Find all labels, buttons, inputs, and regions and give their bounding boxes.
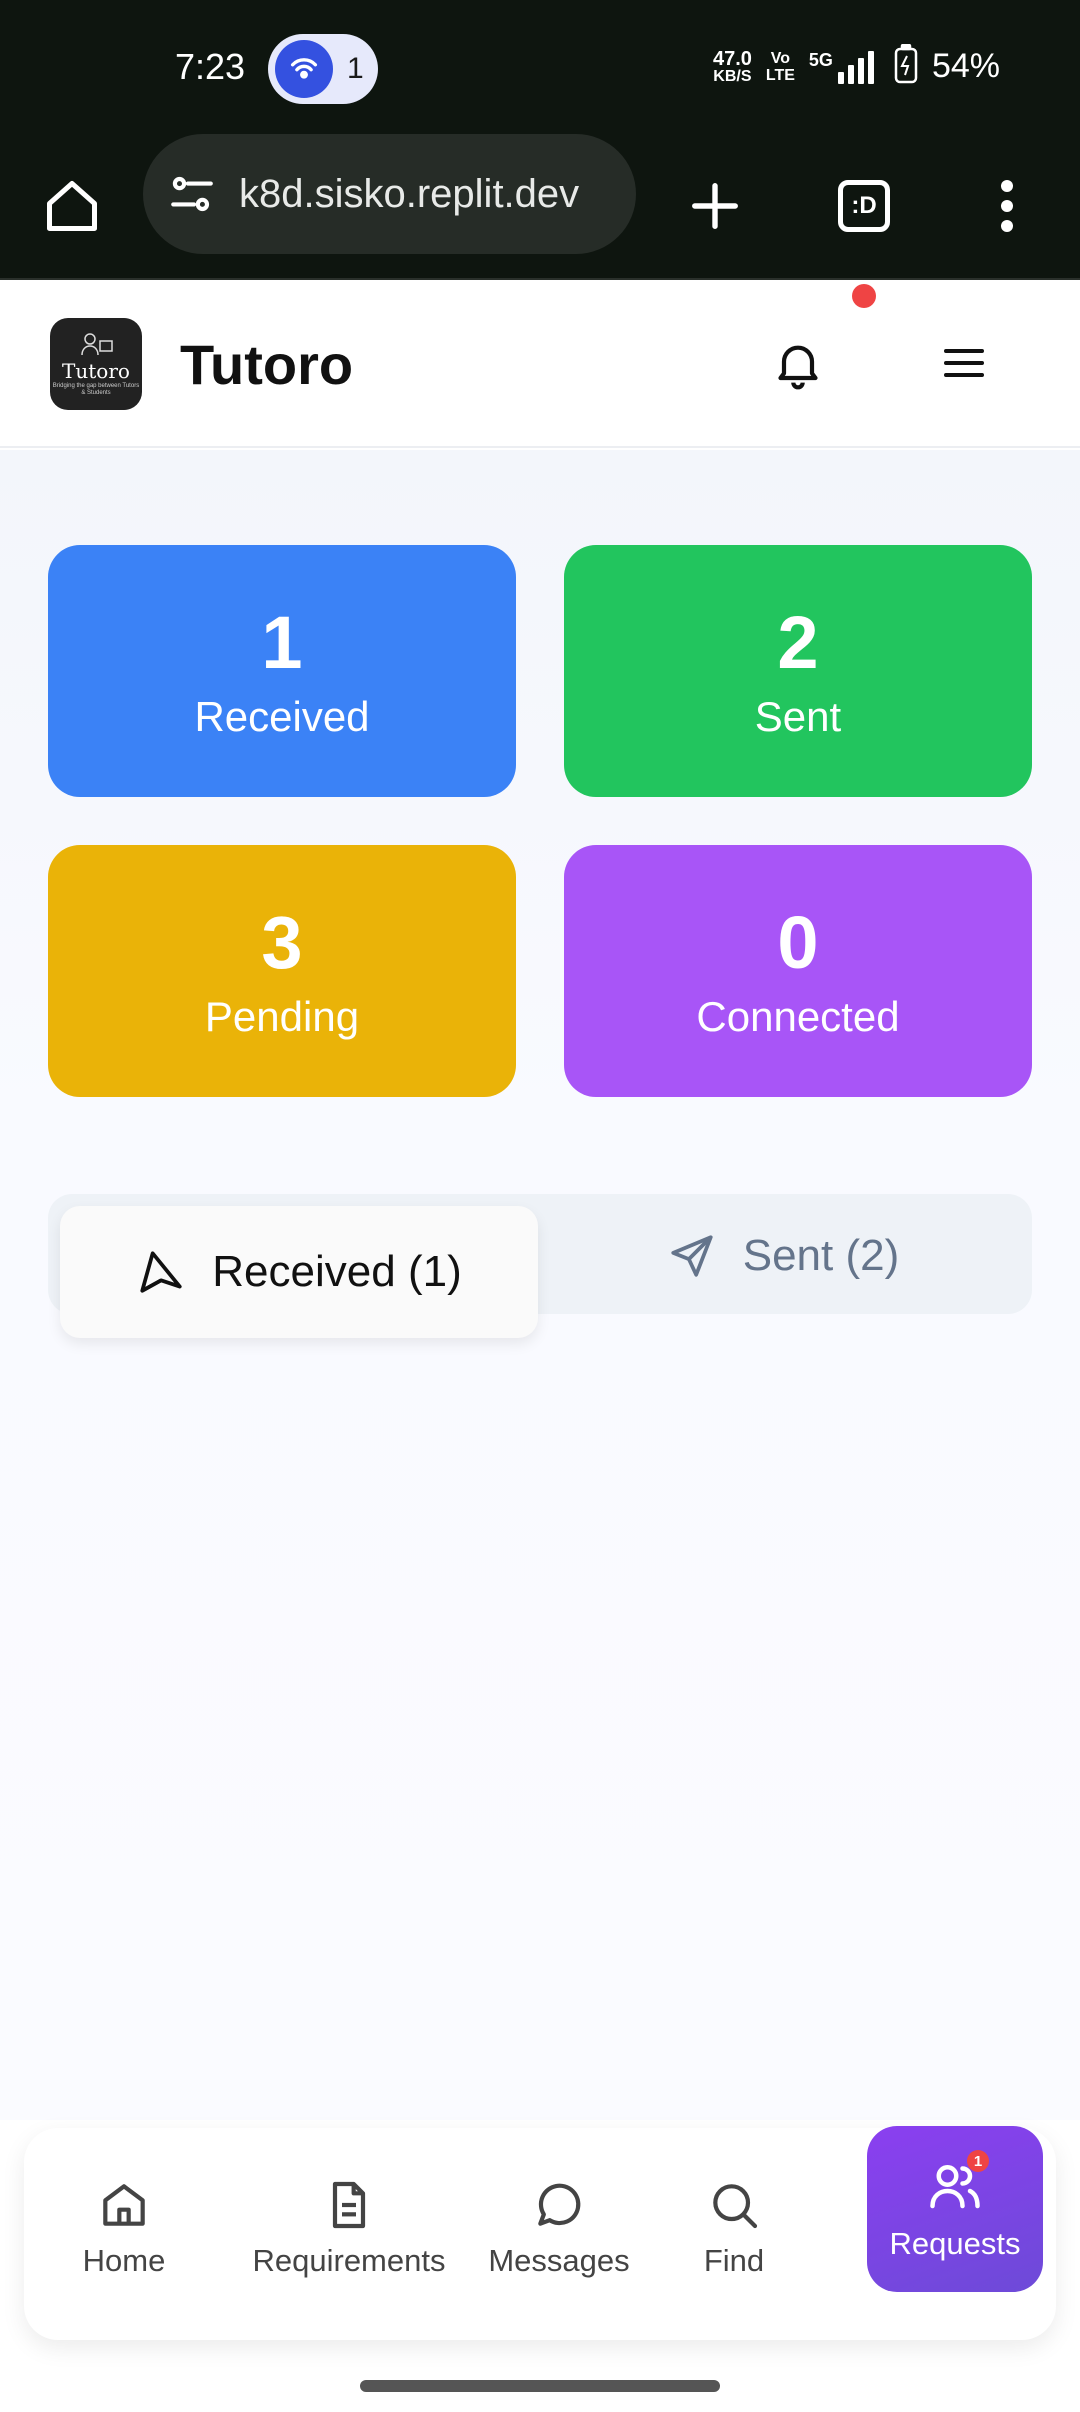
- home-outline-icon: [47, 181, 97, 231]
- app-title: Tutoro: [180, 333, 354, 396]
- search-icon: [713, 2184, 758, 2229]
- stat-card-pending[interactable]: 3 Pending: [48, 845, 516, 1097]
- hamburger-menu-button[interactable]: [940, 338, 988, 388]
- new-tab-button[interactable]: [680, 132, 750, 280]
- stat-card-connected[interactable]: 0 Connected: [564, 845, 1032, 1097]
- browser-menu-button[interactable]: [982, 132, 1032, 280]
- volte-indicator: Vo LTE: [766, 50, 795, 84]
- battery-percent: 54%: [931, 47, 1000, 85]
- main-content: 1 Received 2 Sent 3 Pending 0 Connected …: [0, 450, 1080, 2120]
- signal-icon: 5G: [809, 50, 880, 84]
- tab-label: Received (1): [212, 1247, 462, 1296]
- nav-label: Messages: [488, 2243, 630, 2278]
- send-icon: [671, 1235, 713, 1277]
- tab-label: Sent (2): [742, 1231, 900, 1280]
- status-bar: 7:23 1 47.0 KB/S Vo LTE 5G 54%: [0, 0, 1080, 132]
- bell-icon: [778, 345, 818, 390]
- browser-toolbar: k8d.sisko.replit.dev :D: [0, 132, 1080, 280]
- stat-label: Pending: [204, 993, 360, 1040]
- nav-messages[interactable]: Messages: [479, 2148, 639, 2308]
- app-logo[interactable]: Tutoro Bridging the gap between Tutors &…: [50, 318, 142, 410]
- stat-value: 1: [261, 601, 303, 684]
- request-tabs: Sent (2) Received (1): [48, 1194, 1032, 1338]
- address-bar[interactable]: k8d.sisko.replit.dev: [143, 134, 636, 254]
- url-text[interactable]: k8d.sisko.replit.dev: [239, 172, 619, 217]
- bottom-navigation: Home Requirements Messages Find 1 Reques…: [24, 2126, 1056, 2340]
- hotspot-icon: [275, 40, 333, 98]
- status-icons: 47.0 KB/S Vo LTE 5G 54%: [713, 43, 1000, 89]
- more-vertical-icon: [1001, 180, 1013, 232]
- document-icon: [332, 2181, 366, 2229]
- stat-label: Connected: [696, 993, 900, 1040]
- requests-badge: 1: [967, 2150, 989, 2172]
- status-time: 7:23: [175, 46, 246, 87]
- logo-tagline: Bridging the gap between Tutors & Studen…: [52, 383, 140, 396]
- nav-label: Find: [703, 2243, 765, 2278]
- app-header: Tutoro Bridging the gap between Tutors &…: [0, 282, 1080, 448]
- volte-top: Vo: [770, 49, 791, 67]
- nav-find[interactable]: Find: [674, 2148, 794, 2308]
- hotspot-count: 1: [347, 52, 364, 85]
- hotspot-indicator[interactable]: 1: [268, 34, 378, 104]
- plus-icon: [692, 183, 738, 229]
- network-speed: 47.0 KB/S: [713, 49, 752, 85]
- browser-home-button[interactable]: [40, 132, 104, 280]
- stat-label: Sent: [754, 693, 842, 740]
- tab-switcher-button[interactable]: :D: [832, 132, 896, 280]
- tab-switcher-icon: :D: [838, 180, 890, 232]
- network-type: 5G: [808, 49, 833, 70]
- tutor-illustration-icon: [81, 333, 113, 356]
- message-icon: [538, 2183, 581, 2226]
- nav-requirements[interactable]: Requirements: [239, 2148, 459, 2308]
- notification-dot: [852, 284, 876, 308]
- stat-label: Received: [194, 693, 370, 740]
- nav-label: Home: [82, 2243, 166, 2278]
- nav-label: Requirements: [252, 2243, 446, 2278]
- nav-requests[interactable]: 1 Requests: [867, 2126, 1043, 2292]
- stat-value: 0: [777, 901, 819, 984]
- tab-sent[interactable]: Sent (2): [544, 1206, 1022, 1306]
- menu-icon: [944, 349, 984, 377]
- inbox-send-icon: [140, 1251, 182, 1293]
- site-settings-icon[interactable]: [167, 169, 217, 219]
- home-icon: [103, 2184, 145, 2226]
- stat-card-received[interactable]: 1 Received: [48, 545, 516, 797]
- stat-card-sent[interactable]: 2 Sent: [564, 545, 1032, 797]
- speed-value: 47.0: [712, 47, 752, 70]
- nav-home[interactable]: Home: [54, 2148, 194, 2308]
- gesture-bar[interactable]: [360, 2380, 720, 2392]
- battery-icon: [894, 43, 918, 89]
- speed-unit: KB/S: [713, 67, 752, 85]
- volte-bottom: LTE: [765, 66, 795, 84]
- logo-text: Tutoro: [62, 359, 130, 383]
- stat-value: 2: [777, 601, 819, 684]
- tab-received[interactable]: Received (1): [60, 1206, 538, 1338]
- notifications-button[interactable]: [770, 332, 826, 396]
- nav-label: Requests: [889, 2226, 1021, 2261]
- stat-value: 3: [261, 901, 303, 984]
